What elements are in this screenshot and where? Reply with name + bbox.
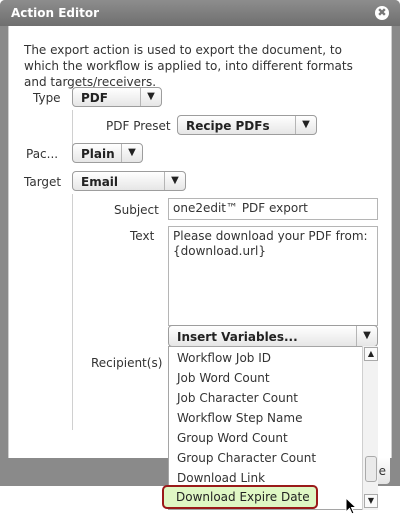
dropdown-option[interactable]: Workflow Step Name bbox=[177, 411, 302, 425]
target-label: Target bbox=[24, 175, 62, 189]
insert-variables-select[interactable]: Insert Variables... ▼ bbox=[168, 325, 378, 347]
highlighted-option-label: Download Expire Date bbox=[176, 490, 310, 504]
type-label: Type bbox=[33, 91, 61, 105]
pdf-preset-select[interactable]: Recipe PDFs ▼ bbox=[177, 115, 317, 135]
text-label: Text bbox=[130, 229, 155, 243]
target-group-line bbox=[72, 194, 73, 430]
subject-label: Subject bbox=[114, 203, 159, 217]
close-icon[interactable]: ✖ bbox=[375, 6, 389, 20]
chevron-down-icon: ▼ bbox=[121, 144, 142, 162]
scroll-up-icon[interactable]: ▲ bbox=[364, 347, 378, 361]
chevron-down-icon: ▼ bbox=[295, 116, 316, 134]
chevron-down-icon: ▼ bbox=[356, 326, 377, 346]
dropdown-scrollbar[interactable]: ▲ ▼ bbox=[362, 346, 378, 510]
dropdown-option[interactable]: Download Link bbox=[177, 471, 265, 485]
pdf-preset-value: Recipe PDFs bbox=[186, 119, 270, 133]
text-field[interactable]: Please download your PDF from: {download… bbox=[168, 226, 378, 326]
insert-variables-label: Insert Variables... bbox=[177, 330, 298, 344]
chevron-down-icon: ▼ bbox=[140, 88, 161, 106]
dialog-titlebar: Action Editor ✖ bbox=[0, 0, 400, 26]
scroll-thumb[interactable] bbox=[365, 456, 377, 482]
subject-field[interactable]: one2edit™ PDF export bbox=[168, 198, 378, 220]
highlighted-option[interactable]: Download Expire Date bbox=[162, 485, 318, 509]
dropdown-option[interactable]: Group Character Count bbox=[177, 451, 316, 465]
recipients-label: Recipient(s) bbox=[91, 356, 163, 370]
scroll-down-icon[interactable]: ▼ bbox=[364, 494, 378, 508]
type-select[interactable]: PDF ▼ bbox=[72, 87, 162, 107]
type-group-line bbox=[72, 110, 73, 146]
package-label: Pac... bbox=[26, 147, 59, 161]
chevron-down-icon: ▼ bbox=[164, 172, 185, 190]
dropdown-option[interactable]: Group Word Count bbox=[177, 431, 288, 445]
mouse-cursor-icon bbox=[345, 497, 358, 515]
pdf-preset-label: PDF Preset bbox=[106, 119, 171, 133]
action-description: The export action is used to export the … bbox=[24, 43, 353, 89]
dropdown-option[interactable]: Job Character Count bbox=[177, 391, 298, 405]
dropdown-option[interactable]: Job Word Count bbox=[177, 371, 270, 385]
dialog-title: Action Editor bbox=[11, 6, 100, 20]
type-value: PDF bbox=[81, 91, 108, 105]
target-value: Email bbox=[81, 175, 119, 189]
target-select[interactable]: Email ▼ bbox=[72, 171, 186, 191]
package-select[interactable]: Plain ▼ bbox=[72, 143, 143, 163]
dropdown-option[interactable]: Workflow Job ID bbox=[177, 351, 271, 365]
package-value: Plain bbox=[81, 147, 115, 161]
